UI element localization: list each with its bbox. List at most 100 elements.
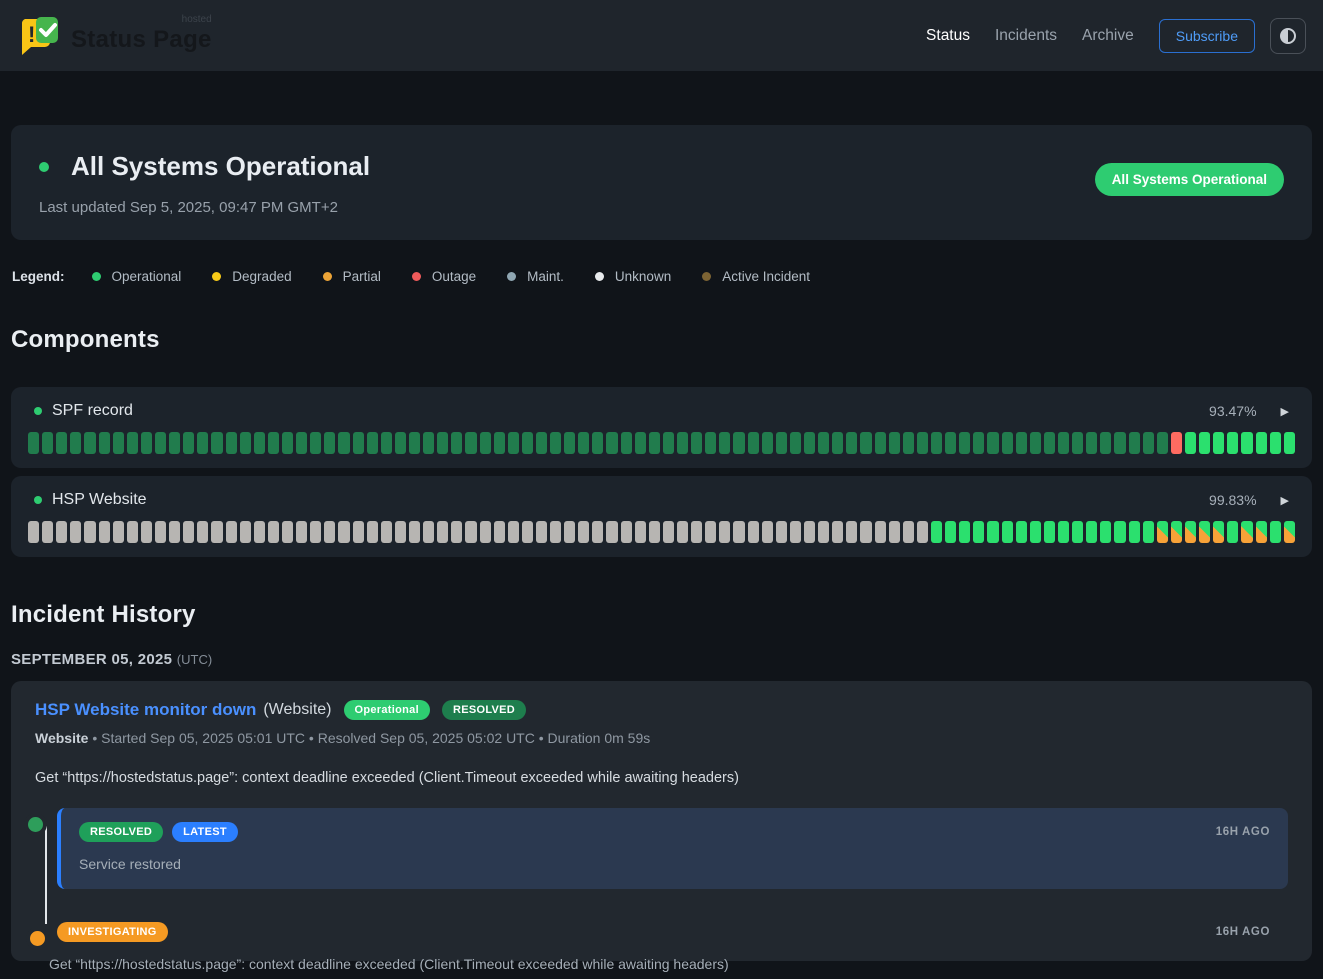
uptime-bar[interactable] <box>282 521 293 543</box>
uptime-bar[interactable] <box>70 432 81 454</box>
uptime-bar[interactable] <box>649 521 660 543</box>
uptime-bar[interactable] <box>776 432 787 454</box>
incident-title-link[interactable]: HSP Website monitor down <box>35 700 256 720</box>
uptime-bar[interactable] <box>353 521 364 543</box>
uptime-bar[interactable] <box>1157 521 1168 543</box>
uptime-bar[interactable] <box>875 521 886 543</box>
uptime-bar[interactable] <box>945 521 956 543</box>
uptime-bar[interactable] <box>804 521 815 543</box>
uptime-bar[interactable] <box>1044 521 1055 543</box>
uptime-bar[interactable] <box>1030 432 1041 454</box>
uptime-bar[interactable] <box>409 432 420 454</box>
uptime-bar[interactable] <box>846 432 857 454</box>
uptime-bar[interactable] <box>508 521 519 543</box>
uptime-bar[interactable] <box>84 521 95 543</box>
uptime-bar[interactable] <box>1129 432 1140 454</box>
uptime-bar[interactable] <box>465 521 476 543</box>
uptime-bar[interactable] <box>211 521 222 543</box>
uptime-bar[interactable] <box>649 432 660 454</box>
uptime-bar[interactable] <box>705 432 716 454</box>
uptime-bar[interactable] <box>451 521 462 543</box>
uptime-bar[interactable] <box>1213 521 1224 543</box>
uptime-bar[interactable] <box>1213 432 1224 454</box>
uptime-bar[interactable] <box>705 521 716 543</box>
component-header[interactable]: SPF record93.47%▶ <box>28 402 1295 420</box>
uptime-bar[interactable] <box>169 432 180 454</box>
uptime-bar[interactable] <box>748 432 759 454</box>
uptime-bar[interactable] <box>564 521 575 543</box>
uptime-bar[interactable] <box>903 432 914 454</box>
uptime-bar[interactable] <box>762 432 773 454</box>
uptime-bar[interactable] <box>663 521 674 543</box>
uptime-bar[interactable] <box>1072 521 1083 543</box>
uptime-bar[interactable] <box>28 432 39 454</box>
uptime-bar[interactable] <box>99 521 110 543</box>
uptime-bar[interactable] <box>1129 521 1140 543</box>
uptime-bar[interactable] <box>211 432 222 454</box>
uptime-bar[interactable] <box>508 432 519 454</box>
uptime-bar[interactable] <box>889 521 900 543</box>
uptime-bar[interactable] <box>578 432 589 454</box>
uptime-bar[interactable] <box>409 521 420 543</box>
uptime-bar[interactable] <box>155 432 166 454</box>
uptime-bar[interactable] <box>99 432 110 454</box>
uptime-bar[interactable] <box>423 521 434 543</box>
uptime-bar[interactable] <box>987 521 998 543</box>
uptime-bar[interactable] <box>141 432 152 454</box>
uptime-bar[interactable] <box>141 521 152 543</box>
uptime-bar[interactable] <box>959 432 970 454</box>
uptime-bar[interactable] <box>1270 521 1281 543</box>
uptime-bar[interactable] <box>677 521 688 543</box>
expand-arrow-icon[interactable]: ▶ <box>1281 405 1289 418</box>
uptime-bar[interactable] <box>860 521 871 543</box>
uptime-bar[interactable] <box>860 432 871 454</box>
uptime-bar[interactable] <box>973 432 984 454</box>
uptime-bar[interactable] <box>1058 521 1069 543</box>
uptime-bar[interactable] <box>1016 521 1027 543</box>
uptime-bar[interactable] <box>324 432 335 454</box>
uptime-bar[interactable] <box>310 432 321 454</box>
uptime-bar[interactable] <box>677 432 688 454</box>
uptime-bar[interactable] <box>832 521 843 543</box>
uptime-bar[interactable] <box>282 432 293 454</box>
uptime-bar[interactable] <box>635 432 646 454</box>
uptime-bar[interactable] <box>733 432 744 454</box>
uptime-bar[interactable] <box>1199 432 1210 454</box>
uptime-bar[interactable] <box>592 521 603 543</box>
uptime-bar[interactable] <box>395 432 406 454</box>
uptime-bar[interactable] <box>748 521 759 543</box>
uptime-bar[interactable] <box>875 432 886 454</box>
uptime-bar[interactable] <box>1185 432 1196 454</box>
uptime-bar[interactable] <box>494 521 505 543</box>
uptime-bar[interactable] <box>395 521 406 543</box>
uptime-bar[interactable] <box>931 521 942 543</box>
uptime-bar[interactable] <box>451 432 462 454</box>
uptime-bar[interactable] <box>1199 521 1210 543</box>
uptime-bar[interactable] <box>889 432 900 454</box>
uptime-bar[interactable] <box>536 432 547 454</box>
uptime-bar[interactable] <box>423 432 434 454</box>
uptime-bar[interactable] <box>1100 432 1111 454</box>
uptime-bar[interactable] <box>1016 432 1027 454</box>
uptime-bar[interactable] <box>268 521 279 543</box>
uptime-bar[interactable] <box>324 521 335 543</box>
uptime-bar[interactable] <box>254 432 265 454</box>
uptime-bar[interactable] <box>494 432 505 454</box>
uptime-bar[interactable] <box>621 432 632 454</box>
uptime-bar[interactable] <box>296 432 307 454</box>
uptime-bar[interactable] <box>592 432 603 454</box>
uptime-bar[interactable] <box>635 521 646 543</box>
uptime-bar[interactable] <box>367 521 378 543</box>
uptime-bar[interactable] <box>113 521 124 543</box>
subscribe-button[interactable]: Subscribe <box>1159 19 1255 53</box>
uptime-bar[interactable] <box>480 521 491 543</box>
uptime-bar[interactable] <box>945 432 956 454</box>
uptime-bar[interactable] <box>240 521 251 543</box>
uptime-bar[interactable] <box>733 521 744 543</box>
uptime-bar[interactable] <box>1171 432 1182 454</box>
uptime-bar[interactable] <box>381 521 392 543</box>
uptime-bar[interactable] <box>1086 521 1097 543</box>
uptime-bar[interactable] <box>310 521 321 543</box>
uptime-bar[interactable] <box>353 432 364 454</box>
uptime-bar[interactable] <box>621 521 632 543</box>
